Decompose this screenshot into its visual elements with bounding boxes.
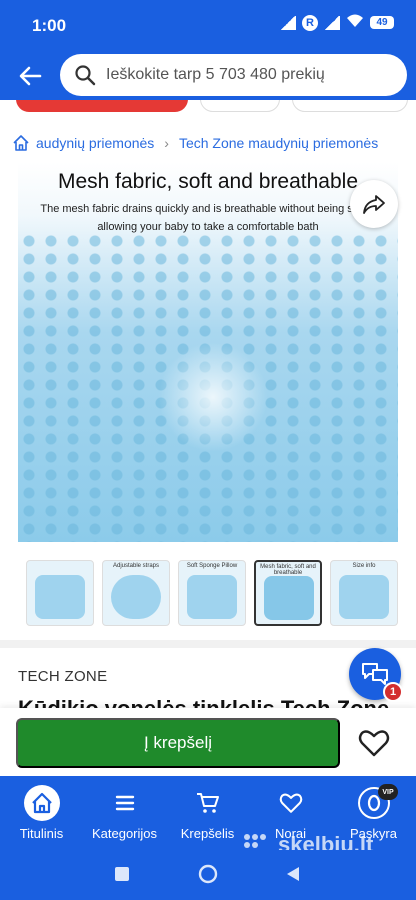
nav-item-categories[interactable]: Kategorijos bbox=[83, 776, 166, 850]
action-bar: Į krepšelį bbox=[0, 708, 416, 776]
home-icon bbox=[23, 785, 60, 821]
breadcrumb-item[interactable]: audynių priemonės bbox=[36, 135, 154, 151]
add-to-cart-button[interactable]: Į krepšelį bbox=[16, 718, 340, 768]
back-arrow-icon[interactable] bbox=[16, 62, 44, 90]
thumbnail[interactable] bbox=[26, 560, 94, 626]
vip-badge: VIP bbox=[378, 784, 398, 800]
section-divider bbox=[0, 640, 416, 648]
chevron-right-icon: › bbox=[164, 135, 169, 151]
thumbnail-label: Adjustable straps bbox=[112, 563, 160, 569]
system-navigation-bar bbox=[0, 850, 416, 900]
breadcrumb: audynių priemonės › Tech Zone maudynių p… bbox=[0, 124, 416, 162]
thumbnail-label: Soft Sponge Pillow bbox=[186, 563, 238, 569]
thumbnail-strip: Adjustable straps Soft Sponge Pillow Mes… bbox=[0, 556, 416, 632]
thumbnail-label: Mesh fabric, soft and breathable bbox=[260, 564, 316, 576]
home-icon[interactable] bbox=[12, 134, 30, 152]
search-input[interactable] bbox=[106, 66, 386, 84]
thumbnail-image bbox=[35, 575, 85, 619]
signal-icon bbox=[280, 15, 296, 30]
status-bar: 1:00 R 49 bbox=[0, 0, 416, 52]
share-button[interactable] bbox=[350, 180, 398, 228]
breadcrumb-item[interactable]: Tech Zone maudynių priemonės bbox=[179, 135, 378, 151]
status-icons: R 49 bbox=[280, 14, 394, 31]
image-subtitle: The mesh fabric drains quickly and is br… bbox=[40, 203, 376, 233]
cart-icon bbox=[191, 786, 225, 820]
top-bar bbox=[0, 52, 416, 100]
back-triangle-icon[interactable] bbox=[285, 866, 301, 882]
home-button-icon[interactable] bbox=[198, 864, 218, 884]
thumbnail-selected[interactable]: Mesh fabric, soft and breathable bbox=[254, 560, 322, 626]
nav-item-cart[interactable]: Krepšelis bbox=[166, 776, 249, 850]
wishlist-heart-icon[interactable] bbox=[358, 728, 390, 758]
thumbnail-image bbox=[187, 575, 237, 619]
thumbnail[interactable]: Size info bbox=[330, 560, 398, 626]
thumbnail[interactable]: Adjustable straps bbox=[102, 560, 170, 626]
search-bar[interactable] bbox=[60, 54, 407, 96]
nav-label: Krepšelis bbox=[180, 826, 235, 841]
signal-icon-2 bbox=[324, 15, 340, 30]
product-brand[interactable]: TECH ZONE bbox=[18, 668, 107, 685]
nav-label: Titulinis bbox=[19, 826, 64, 841]
image-title: Mesh fabric, soft and breathable bbox=[57, 170, 358, 193]
menu-icon bbox=[108, 786, 142, 820]
nav-label: Kategorijos bbox=[91, 826, 158, 841]
share-icon bbox=[363, 195, 385, 214]
heart-icon bbox=[274, 786, 308, 820]
filter-chip[interactable] bbox=[292, 100, 408, 112]
status-time: 1:00 bbox=[32, 16, 67, 35]
battery-icon: 49 bbox=[370, 16, 394, 29]
product-image[interactable]: Mesh fabric, soft and breathable The mes… bbox=[18, 162, 398, 542]
filter-chips-row bbox=[0, 100, 416, 116]
wifi-icon bbox=[346, 14, 364, 31]
search-icon bbox=[75, 65, 96, 86]
water-splash-graphic bbox=[158, 342, 268, 452]
thumbnail-image bbox=[111, 575, 161, 619]
recent-apps-icon[interactable] bbox=[114, 866, 130, 882]
thumbnail-label: Size info bbox=[352, 563, 376, 569]
filter-chip[interactable] bbox=[200, 100, 280, 112]
thumbnail-image bbox=[339, 575, 389, 619]
roaming-icon: R bbox=[302, 14, 318, 31]
chat-notification-badge: 1 bbox=[383, 682, 403, 702]
thumbnail-image bbox=[264, 576, 314, 620]
nav-item-home[interactable]: Titulinis bbox=[0, 776, 83, 850]
thumbnail[interactable]: Soft Sponge Pillow bbox=[178, 560, 246, 626]
promo-chip[interactable] bbox=[16, 100, 188, 112]
